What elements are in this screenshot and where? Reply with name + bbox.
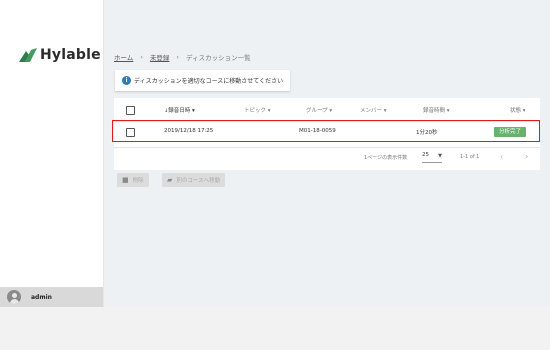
sort-caret-icon: ▾ xyxy=(266,108,271,114)
breadcrumb: ホーム › 未登録 › ディスカッション一覧 xyxy=(114,52,251,62)
rows-per-page-select[interactable]: 25 ▼ xyxy=(422,152,442,163)
chevron-down-icon: ▼ xyxy=(438,153,442,159)
next-page-button[interactable]: › xyxy=(525,152,528,161)
footer-strip xyxy=(0,307,550,350)
select-all-checkbox[interactable] xyxy=(126,106,135,115)
logo[interactable]: Hylable xyxy=(19,47,101,63)
breadcrumb-home[interactable]: ホーム xyxy=(114,52,133,62)
move-course-button[interactable]: ▰ 別のコースへ移動 xyxy=(162,173,226,187)
trash-icon: ■ xyxy=(122,176,129,184)
sort-caret-icon: ▾ xyxy=(445,108,450,114)
cell-recorded-at: 2019/12/18 17:25 xyxy=(164,128,214,134)
breadcrumb-separator: › xyxy=(176,53,180,61)
breadcrumb-current: ディスカッション一覧 xyxy=(186,54,251,62)
page-range: 1-1 of 1 xyxy=(460,154,480,160)
sort-caret-icon: ▾ xyxy=(190,108,195,114)
user-bar[interactable]: admin xyxy=(0,287,103,307)
avatar-icon xyxy=(7,290,21,304)
sort-caret-icon: ▾ xyxy=(521,108,526,114)
sort-caret-icon: ▾ xyxy=(327,108,333,114)
header-recorded-at[interactable]: ↓録音日時 ▾ xyxy=(164,106,195,114)
row-checkbox[interactable] xyxy=(126,128,135,137)
table-row[interactable]: 2019/12/18 17:25 M01-18-0059 1分20秒 分析完了 xyxy=(112,120,540,143)
sidebar: Hylable admin xyxy=(0,0,104,307)
prev-page-button[interactable]: ‹ xyxy=(500,152,503,161)
user-name: admin xyxy=(31,293,52,301)
header-members[interactable]: メンバー ▾ xyxy=(360,106,387,114)
header-status[interactable]: 状態 ▾ xyxy=(510,106,526,114)
notice-text: ディスカッションを適切なコースに移動させてください xyxy=(134,78,284,85)
header-group[interactable]: グループ ▾ xyxy=(306,106,332,114)
cell-group: M01-18-0059 xyxy=(299,128,336,134)
rows-per-page-label: 1ページの表示件数 xyxy=(364,155,408,161)
pagination: 1ページの表示件数 25 ▼ 1-1 of 1 ‹ › xyxy=(114,147,540,166)
info-icon: i xyxy=(122,76,131,85)
folder-move-icon: ▰ xyxy=(167,176,173,184)
delete-button[interactable]: ■ 削除 xyxy=(117,173,149,187)
sort-caret-icon: ▾ xyxy=(382,108,387,114)
breadcrumb-separator: › xyxy=(140,53,143,61)
notice-banner: i ディスカッションを適切なコースに移動させてください xyxy=(115,70,290,91)
header-topic[interactable]: トピック ▾ xyxy=(244,106,271,114)
hylable-logo-icon xyxy=(19,48,37,62)
brand-name: Hylable xyxy=(40,47,101,63)
discussion-table: ↓録音日時 ▾ トピック ▾ グループ ▾ メンバー ▾ 録音時間 ▾ 状態 ▾… xyxy=(112,98,540,170)
status-badge: 分析完了 xyxy=(494,127,526,137)
table-header: ↓録音日時 ▾ トピック ▾ グループ ▾ メンバー ▾ 録音時間 ▾ 状態 ▾ xyxy=(114,98,540,122)
breadcrumb-unregistered[interactable]: 未登録 xyxy=(150,52,170,62)
header-duration[interactable]: 録音時間 ▾ xyxy=(423,106,450,114)
cell-duration: 1分20秒 xyxy=(416,130,438,136)
